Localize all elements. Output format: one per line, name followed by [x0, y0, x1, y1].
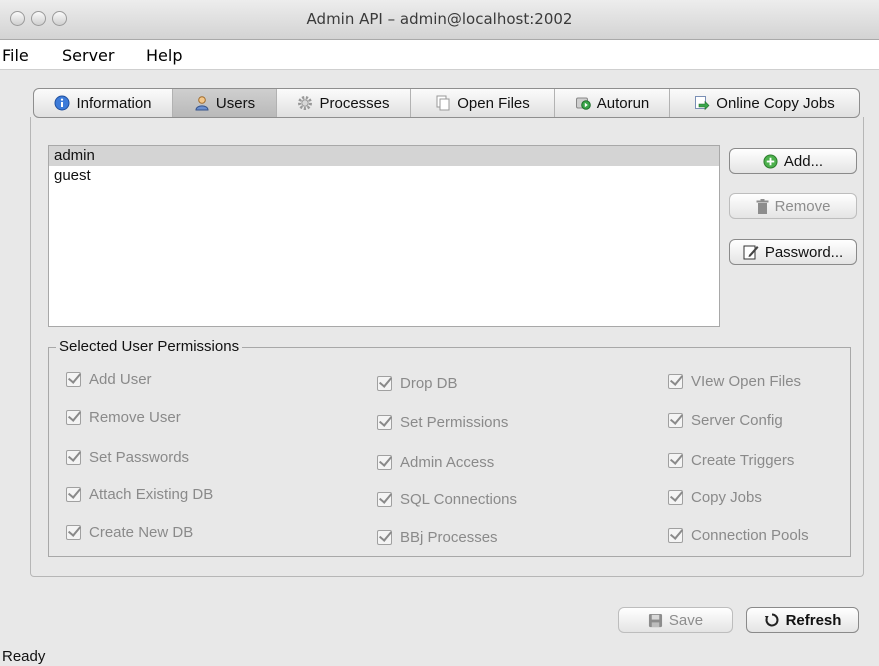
user-list[interactable]: admin guest	[48, 145, 720, 327]
permissions-legend: Selected User Permissions	[56, 338, 243, 355]
checkbox[interactable]	[668, 490, 683, 505]
tab-users[interactable]: Users	[173, 89, 277, 117]
save-icon	[648, 613, 662, 627]
perm-label: Connection Pools	[691, 527, 809, 544]
perm-attach-existing-db[interactable]: Attach Existing DB	[66, 486, 213, 503]
perm-label: Set Permissions	[400, 414, 509, 431]
save-button-label: Save	[668, 611, 704, 629]
tab-label: Users	[215, 94, 256, 112]
perm-label: Admin Access	[400, 454, 495, 471]
add-user-button[interactable]: Add...	[729, 148, 857, 174]
password-button[interactable]: Password...	[729, 239, 857, 265]
tab-label: Information	[76, 94, 152, 112]
checkbox[interactable]	[377, 530, 392, 545]
files-icon	[436, 95, 450, 111]
edit-icon	[743, 245, 759, 260]
menu-bar: File Server Help	[0, 40, 879, 70]
password-button-label: Password...	[764, 243, 844, 261]
perm-label: Server Config	[691, 412, 783, 429]
perm-connection-pools[interactable]: Connection Pools	[668, 527, 809, 544]
perm-drop-db[interactable]: Drop DB	[377, 375, 458, 392]
tab-label: Open Files	[457, 94, 530, 112]
tab-label: Processes	[319, 94, 390, 112]
tab-open-files[interactable]: Open Files	[411, 89, 555, 117]
menu-file[interactable]: File	[2, 46, 29, 65]
tab-autorun[interactable]: Autorun	[555, 89, 670, 117]
perm-label: Attach Existing DB	[89, 486, 214, 503]
tab-bar: Information Users Processes Open Files A…	[33, 88, 860, 118]
perm-add-user[interactable]: Add User	[66, 371, 152, 388]
checkbox[interactable]	[66, 410, 81, 425]
perm-label: SQL Connections	[400, 491, 518, 508]
checkbox[interactable]	[668, 374, 683, 389]
menu-server[interactable]: Server	[62, 46, 114, 65]
info-icon	[54, 95, 70, 111]
refresh-button[interactable]: Refresh	[746, 607, 859, 633]
copy-jobs-icon	[695, 96, 710, 111]
perm-server-config[interactable]: Server Config	[668, 412, 783, 429]
autorun-icon	[575, 97, 591, 110]
checkbox[interactable]	[66, 525, 81, 540]
checkbox[interactable]	[668, 413, 683, 428]
perm-label: Create Triggers	[691, 452, 795, 469]
perm-remove-user[interactable]: Remove User	[66, 409, 181, 426]
perm-label: Drop DB	[400, 375, 458, 392]
checkbox[interactable]	[377, 415, 392, 430]
title-bar: Admin API – admin@localhost:2002	[0, 0, 879, 40]
checkbox[interactable]	[66, 487, 81, 502]
perm-set-permissions[interactable]: Set Permissions	[377, 414, 508, 431]
trash-icon	[756, 198, 769, 214]
user-icon	[195, 96, 209, 111]
window-title: Admin API – admin@localhost:2002	[306, 10, 573, 28]
perm-view-open-files[interactable]: VIew Open Files	[668, 373, 801, 390]
perm-label: Remove User	[89, 409, 181, 426]
perm-label: Create New DB	[89, 524, 194, 541]
perm-create-new-db[interactable]: Create New DB	[66, 524, 193, 541]
checkbox[interactable]	[377, 492, 392, 507]
checkbox[interactable]	[377, 376, 392, 391]
tab-processes[interactable]: Processes	[277, 89, 411, 117]
perm-label: Set Passwords	[89, 449, 190, 466]
checkbox[interactable]	[66, 450, 81, 465]
perm-set-passwords[interactable]: Set Passwords	[66, 449, 189, 466]
perm-create-triggers[interactable]: Create Triggers	[668, 452, 794, 469]
menu-help[interactable]: Help	[146, 46, 182, 65]
tab-label: Online Copy Jobs	[716, 94, 835, 112]
refresh-icon	[764, 613, 779, 627]
gear-icon	[298, 96, 313, 110]
tab-label: Autorun	[596, 94, 650, 112]
checkbox[interactable]	[668, 528, 683, 543]
user-list-item[interactable]: guest	[49, 166, 719, 186]
perm-label: Add User	[89, 371, 152, 388]
checkbox[interactable]	[668, 453, 683, 468]
tab-information[interactable]: Information	[34, 89, 173, 117]
tab-online-copy-jobs[interactable]: Online Copy Jobs	[670, 89, 859, 117]
perm-bbj-processes[interactable]: BBj Processes	[377, 529, 498, 546]
add-user-button-label: Add...	[783, 152, 824, 170]
remove-user-button-label: Remove	[774, 197, 831, 215]
perm-label: BBj Processes	[400, 529, 498, 546]
remove-user-button[interactable]: Remove	[729, 193, 857, 219]
perm-admin-access[interactable]: Admin Access	[377, 454, 494, 471]
perm-label: Copy Jobs	[691, 489, 762, 506]
checkbox[interactable]	[377, 455, 392, 470]
save-button[interactable]: Save	[618, 607, 733, 633]
perm-label: VIew Open Files	[691, 373, 802, 390]
perm-sql-connections[interactable]: SQL Connections	[377, 491, 517, 508]
plus-icon	[763, 153, 778, 169]
user-list-item[interactable]: admin	[49, 146, 719, 166]
perm-copy-jobs[interactable]: Copy Jobs	[668, 489, 762, 506]
refresh-button-label: Refresh	[785, 611, 842, 629]
status-text: Ready	[2, 648, 46, 665]
checkbox[interactable]	[66, 372, 81, 387]
